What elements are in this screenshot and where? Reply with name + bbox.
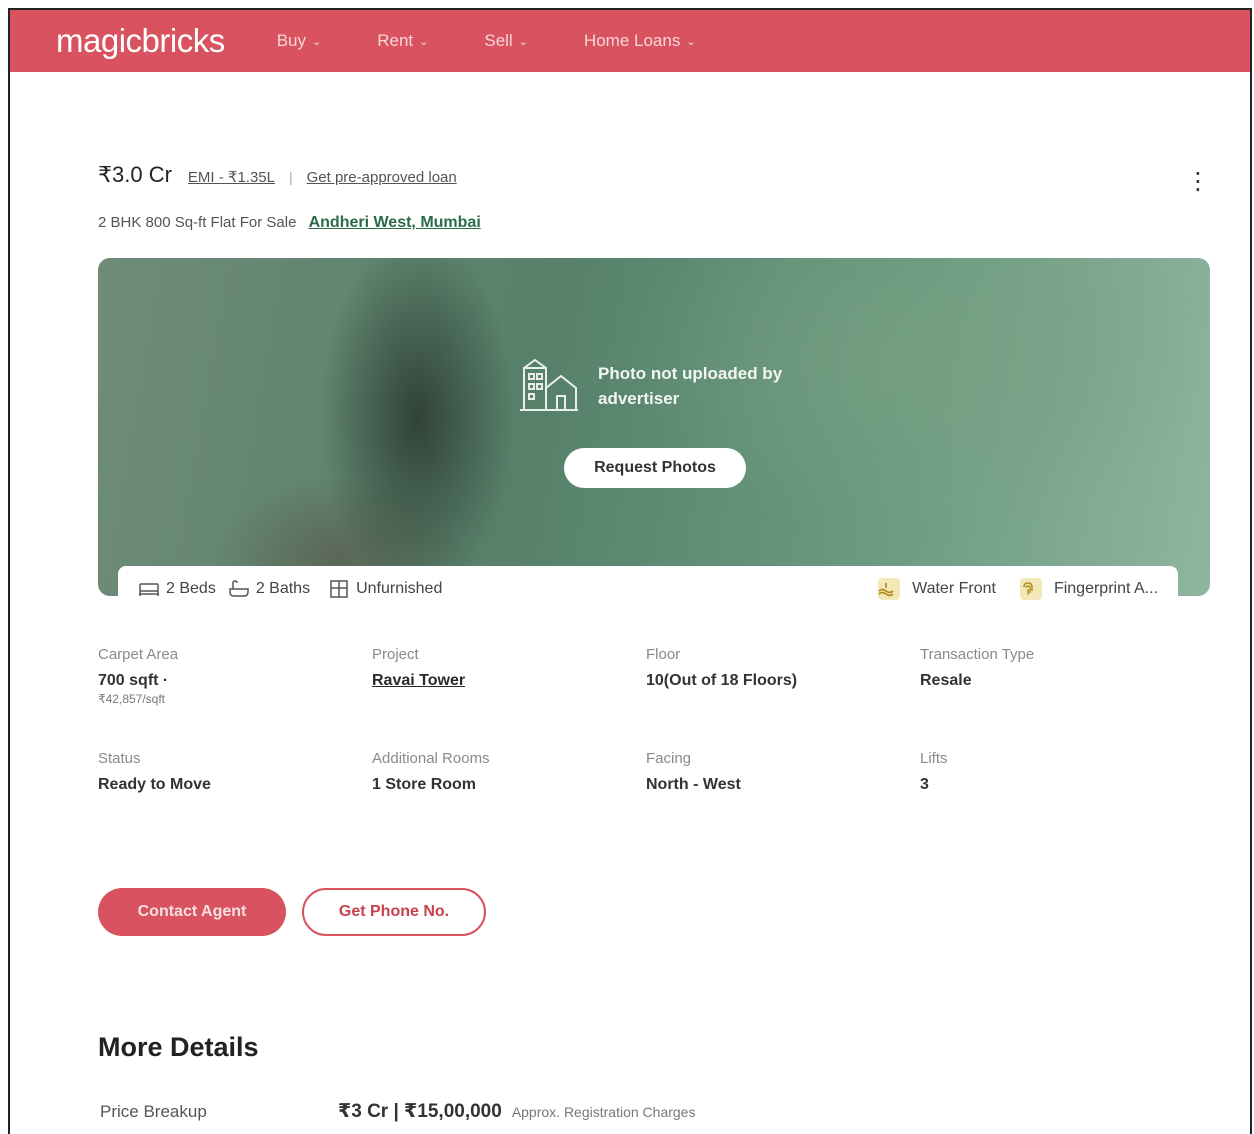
floor-cell: Floor 10(Out of 18 Floors): [646, 646, 916, 690]
photo-placeholder: Photo not uploaded by advertiser Request…: [98, 258, 1210, 596]
top-navigation-bar: magicbricks Buy ⌄ Rent ⌄ Sell ⌄ Home Loa…: [10, 10, 1250, 72]
baths-label: 2 Baths: [255, 580, 311, 597]
floor-value: 10(Out of 18 Floors): [646, 672, 798, 689]
photo-message: Photo not uploaded by advertiser: [518, 358, 788, 414]
fingerprint-label: Fingerprint A...: [1053, 580, 1158, 597]
emi-link[interactable]: EMI - ₹1.35L: [188, 168, 275, 186]
carpet-area-cell: Carpet Area 700 sqft · ₹42,857/sqft: [98, 646, 368, 706]
additional-rooms-value: 1 Store Room: [372, 776, 477, 793]
project-label: Project: [372, 646, 419, 663]
nav-buy-label: Buy: [276, 31, 306, 50]
chevron-down-icon: ⌄: [686, 35, 696, 48]
price-per-sqft: ₹42,857/sqft: [98, 692, 166, 706]
request-photos-button[interactable]: Request Photos: [564, 448, 746, 488]
lifts-label: Lifts: [920, 750, 948, 767]
furnishing-info: Unfurnished: [328, 580, 442, 598]
project-link[interactable]: Ravai Tower: [372, 672, 642, 690]
additional-rooms-cell: Additional Rooms 1 Store Room: [372, 750, 642, 794]
water-front-icon: [878, 578, 901, 600]
status-label: Status: [98, 750, 141, 767]
status-cell: Status Ready to Move: [98, 750, 368, 794]
main-nav: Buy ⌄ Rent ⌄ Sell ⌄ Home Loans ⌄: [277, 31, 752, 51]
furniture-icon: [330, 580, 348, 598]
project-cell: Project Ravai Tower: [372, 646, 642, 690]
bath-icon: [229, 580, 249, 597]
location-link[interactable]: Andheri West, Mumbai: [309, 214, 481, 231]
chevron-down-icon: ⌄: [419, 35, 429, 48]
listing-title: 2 BHK 800 Sq-ft Flat For Sale: [98, 214, 297, 231]
transaction-type-value: Resale: [920, 672, 972, 689]
more-details-heading: More Details: [98, 1032, 259, 1062]
fingerprint-icon: [1019, 578, 1042, 600]
building-icon: [520, 358, 578, 411]
contact-agent-button[interactable]: Contact Agent: [98, 888, 286, 936]
fingerprint-info: Fingerprint A...: [1019, 578, 1158, 600]
price-breakup-row: Price Breakup ₹3 Cr | ₹15,00,000 Approx.…: [100, 1100, 695, 1123]
listing-subtitle: 2 BHK 800 Sq-ft Flat For Sale Andheri We…: [98, 214, 481, 232]
separator: |: [288, 169, 293, 185]
water-front-info: Water Front: [878, 578, 996, 600]
carpet-area-label: Carpet Area: [98, 646, 179, 663]
bed-icon: [139, 583, 159, 596]
beds-label: 2 Beds: [166, 580, 216, 597]
registration-charges-note: Approx. Registration Charges: [511, 1104, 696, 1120]
facing-value: North - West: [646, 776, 741, 793]
more-vertical-icon[interactable]: ⋮: [1186, 170, 1210, 194]
photo-not-uploaded-text: Photo not uploaded by advertiser: [598, 364, 783, 408]
get-phone-number-button[interactable]: Get Phone No.: [302, 888, 486, 936]
nav-rent[interactable]: Rent ⌄: [377, 31, 428, 51]
amenity-bar: 2 Beds 2 Baths Unfurnished Water Front F…: [118, 566, 1178, 612]
nav-home-loans[interactable]: Home Loans ⌄: [584, 31, 696, 51]
furnishing-label: Unfurnished: [356, 580, 443, 597]
nav-rent-label: Rent: [377, 31, 414, 50]
lifts-value: 3: [920, 776, 929, 793]
price-row: ₹3.0 Cr EMI - ₹1.35L | Get pre-approved …: [98, 162, 457, 188]
chevron-down-icon: ⌄: [312, 35, 322, 48]
listing-price: ₹3.0 Cr: [98, 162, 172, 187]
additional-rooms-label: Additional Rooms: [372, 750, 490, 767]
nav-home-loans-label: Home Loans: [583, 31, 681, 50]
water-front-label: Water Front: [912, 580, 996, 597]
carpet-area-value: 700 sqft ·: [98, 672, 169, 689]
pre-approved-loan-link[interactable]: Get pre-approved loan: [307, 169, 457, 186]
beds-info: 2 Beds: [138, 580, 216, 598]
nav-buy[interactable]: Buy ⌄: [277, 31, 322, 51]
transaction-type-label: Transaction Type: [920, 646, 1035, 663]
price-breakup-label: Price Breakup: [100, 1102, 207, 1121]
facing-cell: Facing North - West: [646, 750, 916, 794]
status-value: Ready to Move: [98, 776, 211, 793]
magicbricks-logo[interactable]: magicbricks: [56, 22, 225, 60]
page-frame: magicbricks Buy ⌄ Rent ⌄ Sell ⌄ Home Loa…: [8, 8, 1252, 1134]
facing-label: Facing: [646, 750, 692, 767]
price-breakup-value: ₹3 Cr | ₹15,00,000: [338, 1101, 502, 1122]
nav-sell[interactable]: Sell ⌄: [484, 31, 528, 51]
floor-label: Floor: [646, 646, 681, 663]
transaction-type-cell: Transaction Type Resale: [920, 646, 1190, 690]
nav-sell-label: Sell: [484, 31, 513, 50]
lifts-cell: Lifts 3: [920, 750, 1190, 794]
baths-info: 2 Baths: [228, 580, 310, 598]
chevron-down-icon: ⌄: [518, 35, 528, 48]
